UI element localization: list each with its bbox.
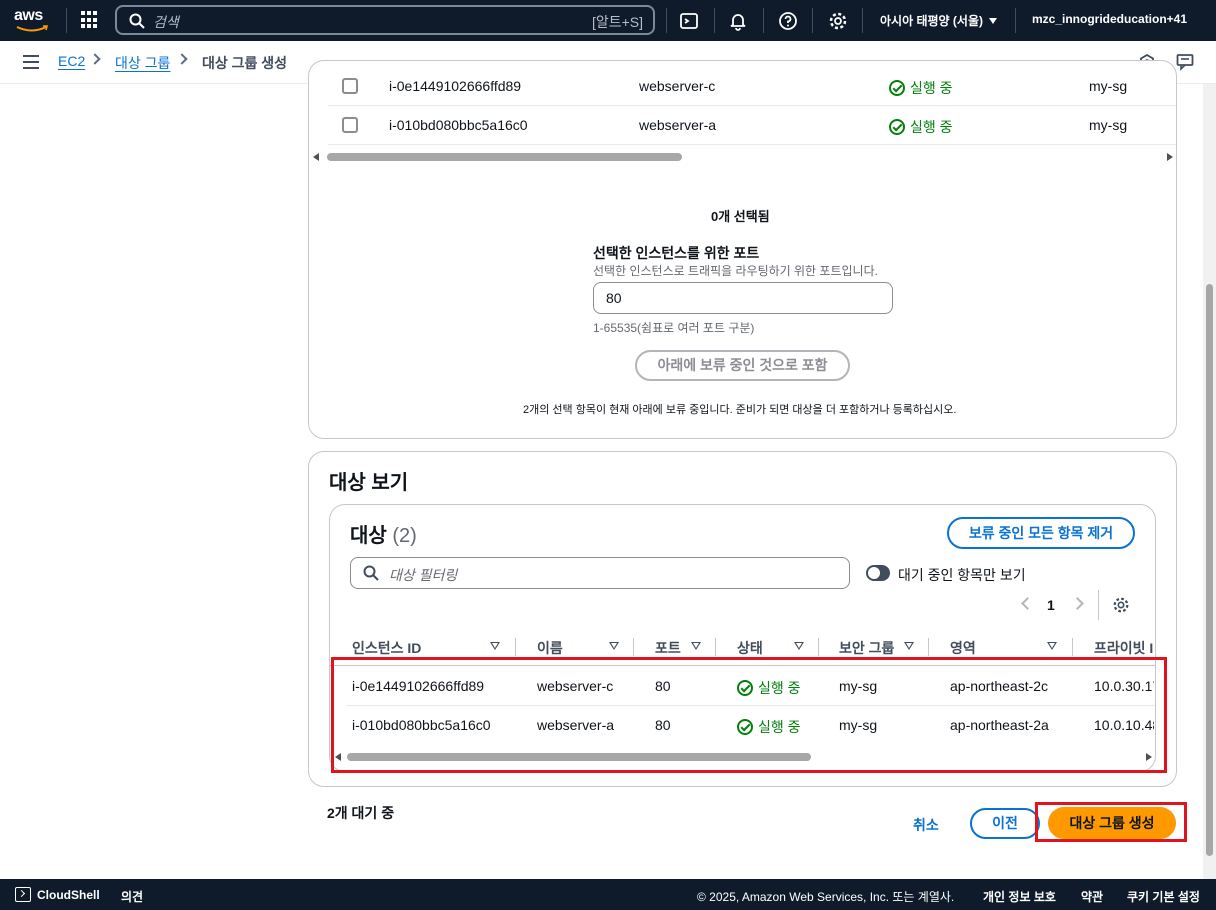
previous-button[interactable]: 이전 — [970, 808, 1040, 839]
table-row[interactable]: i-0e1449102666ffd89 webserver-c 실행 중 my-… — [328, 67, 1176, 106]
column-divider — [515, 638, 516, 656]
highlight-box-create — [1035, 802, 1187, 842]
services-grid-icon[interactable] — [81, 11, 99, 29]
targets-title: 대상 (2) — [350, 525, 417, 547]
vertical-scrollbar[interactable] — [1203, 84, 1216, 879]
divider — [1015, 8, 1016, 33]
divider — [862, 8, 863, 33]
copyright: © 2025, Amazon Web Services, Inc. 또는 계열사… — [697, 890, 955, 904]
divider — [714, 8, 715, 33]
terms-link[interactable]: 약관 — [1081, 888, 1103, 905]
column-header-status[interactable]: 상태 — [737, 638, 763, 658]
divider — [666, 8, 667, 33]
cookie-preferences-link[interactable]: 쿠키 기본 설정 — [1127, 888, 1200, 905]
selected-count: 0개 선택됨 — [711, 209, 770, 224]
column-divider — [928, 638, 929, 656]
port-label: 선택한 인스턴스를 위한 포트 — [593, 245, 760, 261]
divider — [763, 8, 764, 33]
feedback-link[interactable]: 의견 — [121, 888, 143, 905]
region-selector[interactable]: 아시아 태평양 (서울) — [880, 12, 997, 29]
cloudshell-icon[interactable] — [679, 11, 699, 31]
sort-icon[interactable] — [490, 642, 500, 650]
sort-icon[interactable] — [794, 642, 804, 650]
security-group: my-sg — [1089, 117, 1128, 133]
toggle-label: 대기 중인 항목만 보기 — [898, 567, 1026, 583]
port-description: 선택한 인스턴스로 트래픽을 라우팅하기 위한 포트입니다. — [593, 264, 878, 278]
privacy-link[interactable]: 개인 정보 보호 — [983, 888, 1056, 905]
column-divider — [818, 638, 819, 656]
row-checkbox[interactable] — [342, 117, 358, 133]
check-circle-icon — [889, 80, 905, 96]
column-header-instance-id[interactable]: 인스턴스 ID — [352, 638, 421, 658]
port-hint: 1-65535(쉼표로 여러 포트 구분) — [593, 321, 755, 335]
pending-note: 2개의 선택 항목이 현재 아래에 보류 중입니다. 준비가 되면 대상을 더 … — [523, 404, 957, 416]
port-input[interactable]: 80 — [593, 282, 893, 314]
sort-icon[interactable] — [1047, 642, 1057, 650]
section-title: 대상 보기 — [329, 472, 409, 494]
column-divider — [715, 638, 716, 656]
instance-id: i-0e1449102666ffd89 — [389, 78, 522, 94]
include-pending-button[interactable]: 아래에 보류 중인 것으로 포함 — [635, 350, 850, 381]
cancel-button[interactable]: 취소 — [913, 815, 939, 835]
help-icon[interactable] — [778, 11, 798, 31]
search-shortcut: [알트+S] — [591, 14, 643, 30]
column-header-private-ip[interactable]: 프라이빗 I — [1094, 638, 1154, 658]
security-group: my-sg — [1089, 78, 1128, 94]
cloudshell-link[interactable]: CloudShell — [37, 888, 100, 902]
status-badge: 실행 중 — [889, 78, 953, 98]
top-navigation: aws 검색 [알트+S] 아시아 태평양 (서울) mzc_innogride… — [0, 0, 1216, 41]
column-header-zone[interactable]: 영역 — [950, 638, 976, 658]
column-divider — [1072, 638, 1073, 656]
check-circle-icon — [889, 119, 905, 135]
breadcrumb-current: 대상 그룹 생성 — [202, 55, 288, 71]
remove-all-pending-button[interactable]: 보류 중인 모든 항목 제거 — [947, 517, 1135, 549]
account-menu[interactable]: mzc_innogrideducation+41 — [1032, 12, 1187, 26]
horizontal-scrollbar[interactable] — [313, 152, 1173, 162]
instance-id: i-010bd080bbc5a16c0 — [389, 117, 528, 133]
footer: CloudShell 의견 © 2025, Amazon Web Service… — [0, 879, 1216, 910]
divider — [66, 8, 67, 33]
page-number[interactable]: 1 — [1047, 597, 1055, 613]
global-search-input[interactable]: 검색 [알트+S] — [115, 5, 655, 35]
target-filter-input[interactable]: 대상 필터링 — [350, 557, 850, 589]
search-placeholder: 검색 — [153, 14, 179, 30]
row-checkbox[interactable] — [342, 78, 358, 94]
settings-gear-icon[interactable] — [1112, 596, 1130, 614]
sort-icon[interactable] — [691, 642, 701, 650]
pending-count: 2개 대기 중 — [327, 805, 395, 821]
bell-icon[interactable] — [728, 11, 748, 31]
table-row[interactable]: i-010bd080bbc5a16c0 webserver-a 실행 중 my-… — [328, 106, 1176, 145]
status-badge: 실행 중 — [889, 117, 953, 137]
feedback-icon[interactable] — [1176, 53, 1194, 71]
sort-icon[interactable] — [904, 642, 914, 650]
search-icon — [129, 13, 145, 29]
breadcrumb-ec2[interactable]: EC2 — [58, 53, 85, 69]
sort-icon[interactable] — [609, 642, 619, 650]
caret-down-icon — [988, 18, 997, 24]
highlight-box-targets — [331, 657, 1167, 773]
column-header-name[interactable]: 이름 — [537, 638, 563, 658]
divider — [1098, 590, 1099, 620]
cloudshell-icon[interactable] — [15, 887, 31, 902]
divider — [812, 8, 813, 33]
search-icon — [363, 565, 379, 581]
column-header-security-group[interactable]: 보안 그룹 — [839, 638, 894, 658]
menu-icon[interactable] — [23, 55, 39, 69]
pending-only-toggle[interactable] — [866, 565, 890, 581]
instance-name: webserver-a — [639, 117, 717, 133]
column-divider — [633, 638, 634, 656]
breadcrumb-target-groups[interactable]: 대상 그룹 — [115, 53, 170, 73]
aws-logo[interactable]: aws — [14, 7, 50, 33]
gear-icon[interactable] — [828, 11, 848, 31]
column-header-port[interactable]: 포트 — [655, 638, 681, 658]
instance-name: webserver-c — [639, 78, 716, 94]
